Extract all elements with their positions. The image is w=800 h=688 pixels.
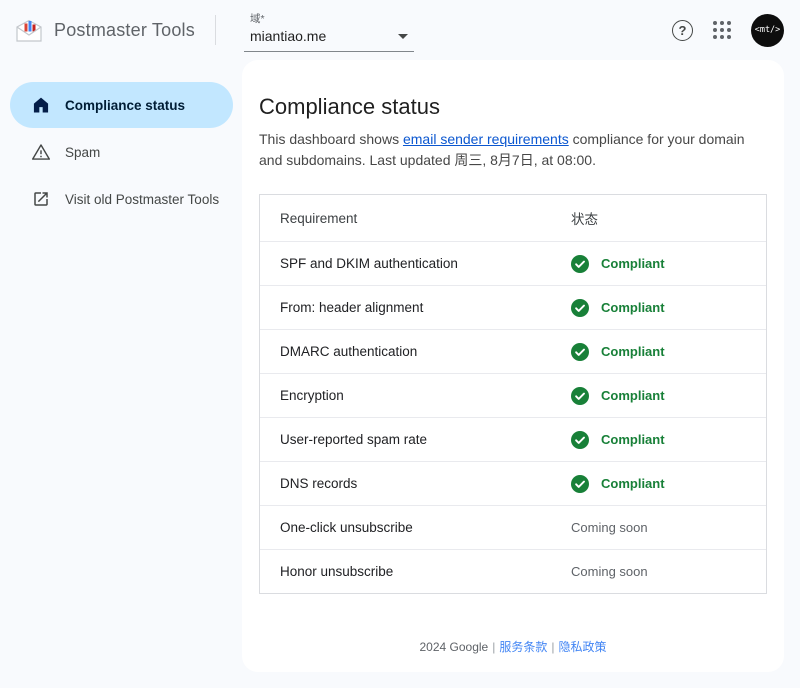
status-text: Compliant (601, 344, 665, 359)
footer-separator: | (551, 640, 554, 654)
check-circle-icon (571, 475, 589, 493)
apps-grid-button[interactable] (713, 21, 731, 39)
sidebar-item-visit-old[interactable]: Visit old Postmaster Tools (10, 176, 233, 222)
domain-selector-value: miantiao.me (250, 28, 326, 44)
avatar: <mt/> (751, 14, 784, 47)
sidebar-item-compliance-status[interactable]: Compliance status (10, 82, 233, 128)
status-text: Compliant (601, 256, 665, 271)
status-cell: Compliant (571, 387, 766, 405)
sidebar: Compliance status Spam Visit old Postmas… (0, 60, 242, 688)
table-row: From: header alignment Compliant (260, 285, 766, 329)
external-link-icon (31, 189, 51, 209)
sidebar-item-label: Spam (65, 145, 100, 160)
status-cell: Compliant (571, 343, 766, 361)
status-text: Compliant (601, 388, 665, 403)
table-row: One-click unsubscribe Coming soon (260, 505, 766, 549)
status-text: Compliant (601, 300, 665, 315)
warning-icon (31, 142, 51, 162)
main-card: Compliance status This dashboard shows e… (242, 60, 784, 672)
table-row: Encryption Compliant (260, 373, 766, 417)
check-circle-icon (571, 431, 589, 449)
account-avatar[interactable]: <mt/> (751, 14, 784, 47)
check-circle-icon (571, 255, 589, 273)
table-row: DMARC authentication Compliant (260, 329, 766, 373)
table-header-row: Requirement 状态 (260, 195, 766, 241)
status-cell: Compliant (571, 431, 766, 449)
compliance-table: Requirement 状态 SPF and DKIM authenticati… (259, 194, 767, 594)
sidebar-item-spam[interactable]: Spam (10, 129, 233, 175)
help-icon: ? (672, 20, 693, 41)
status-cell: Coming soon (571, 564, 766, 579)
table-row: Honor unsubscribe Coming soon (260, 549, 766, 593)
domain-selector-label: 域* (250, 11, 412, 26)
status-text: Compliant (601, 476, 665, 491)
requirement-cell: One-click unsubscribe (260, 520, 571, 535)
requirement-cell: DMARC authentication (260, 344, 571, 359)
requirement-cell: Encryption (260, 388, 571, 403)
table-row: DNS records Compliant (260, 461, 766, 505)
check-circle-icon (571, 299, 589, 317)
apps-grid-icon (713, 21, 731, 39)
requirement-cell: User-reported spam rate (260, 432, 571, 447)
requirement-cell: Honor unsubscribe (260, 564, 571, 579)
footer-copyright: 2024 Google (419, 640, 488, 654)
check-circle-icon (571, 343, 589, 361)
status-cell: Compliant (571, 475, 766, 493)
status-cell: Compliant (571, 255, 766, 273)
footer-separator: | (492, 640, 495, 654)
header-divider (215, 15, 216, 45)
table-row: User-reported spam rate Compliant (260, 417, 766, 461)
domain-selector[interactable]: 域* miantiao.me (244, 8, 414, 52)
status-cell: Coming soon (571, 520, 766, 535)
page-description: This dashboard shows email sender requir… (259, 129, 767, 171)
chevron-down-icon (398, 34, 408, 39)
status-text: Coming soon (571, 564, 648, 579)
sidebar-item-label: Visit old Postmaster Tools (65, 192, 219, 207)
requirement-cell: From: header alignment (260, 300, 571, 315)
column-header-status: 状态 (571, 208, 766, 228)
home-icon (31, 95, 51, 115)
app-title: Postmaster Tools (54, 20, 195, 41)
description-prefix: This dashboard shows (259, 131, 403, 147)
postmaster-tools-logo-icon (14, 17, 44, 43)
status-text: Compliant (601, 432, 665, 447)
app-logo-area: Postmaster Tools (0, 17, 201, 43)
help-button[interactable]: ? (672, 20, 693, 41)
sidebar-item-label: Compliance status (65, 98, 185, 113)
footer: 2024 Google | 服务条款 | 隐私政策 (259, 638, 767, 655)
table-body: SPF and DKIM authentication Compliant Fr… (260, 241, 766, 593)
table-row: SPF and DKIM authentication Compliant (260, 241, 766, 285)
email-sender-requirements-link[interactable]: email sender requirements (403, 131, 569, 147)
status-cell: Compliant (571, 299, 766, 317)
footer-terms-link[interactable]: 服务条款 (499, 640, 547, 654)
top-header: Postmaster Tools 域* miantiao.me ? <mt/> (0, 0, 800, 60)
column-header-requirement: Requirement (260, 211, 571, 226)
status-text: Coming soon (571, 520, 648, 535)
footer-privacy-link[interactable]: 隐私政策 (558, 640, 606, 654)
requirement-cell: SPF and DKIM authentication (260, 256, 571, 271)
page-title: Compliance status (259, 94, 767, 120)
requirement-cell: DNS records (260, 476, 571, 491)
check-circle-icon (571, 387, 589, 405)
